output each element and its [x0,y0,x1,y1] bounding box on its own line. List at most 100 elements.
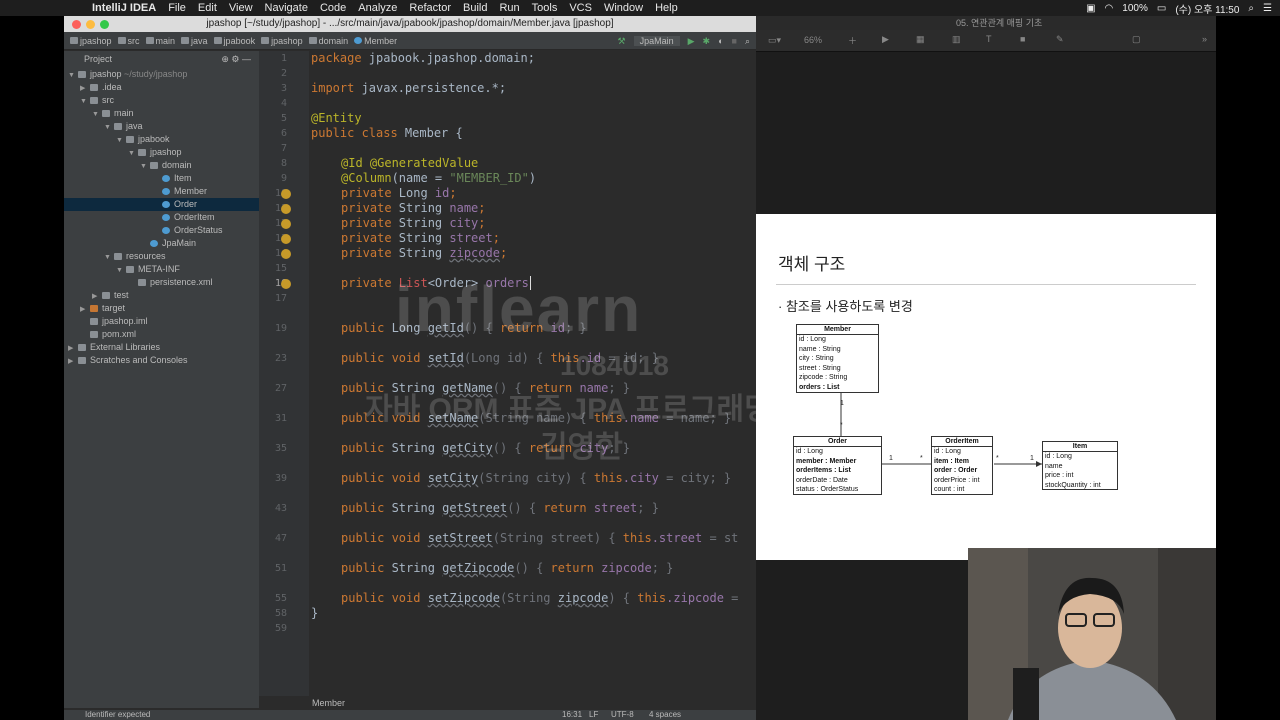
annotation-marker-icon[interactable] [281,204,291,214]
project-view-select[interactable]: Project [84,54,112,64]
status-bar: Identifier expected 16:31 LF UTF-8 4 spa… [64,710,756,720]
tree-item-item[interactable]: Item [64,172,259,185]
menu-tools[interactable]: Tools [532,2,558,14]
menu-view[interactable]: View [229,2,253,14]
tree-item-jpamain[interactable]: JpaMain [64,237,259,250]
menu-code[interactable]: Code [320,2,346,14]
indent-setting[interactable]: 4 spaces [649,710,681,720]
line-separator[interactable]: LF [589,710,598,720]
tree-item-target[interactable]: ▶ target [64,302,259,315]
crumb-main[interactable]: main [145,36,175,46]
tree-item-orderitem[interactable]: OrderItem [64,211,259,224]
menu-refactor[interactable]: Refactor [409,2,451,14]
annotation-marker-icon[interactable] [281,189,291,199]
menu-window[interactable]: Window [604,2,643,14]
crumb-src[interactable]: src [117,36,140,46]
tree-item-domain[interactable]: ▼ domain [64,159,259,172]
battery-icon[interactable]: ▭ [1157,3,1166,14]
clock[interactable]: (수) 오후 11:50 [1175,1,1239,16]
annotation-marker-icon[interactable] [281,234,291,244]
tree-item-test[interactable]: ▶ test [64,289,259,302]
search-everywhere-icon[interactable]: ⌕ [745,36,750,47]
crumb-project[interactable]: jpashop [70,36,112,46]
app-menu[interactable]: IntelliJ IDEA [92,2,156,14]
close-window-button[interactable] [72,20,81,29]
zoom-select[interactable]: 66% [804,35,822,45]
tree-item-member[interactable]: Member [64,185,259,198]
tree-item-label: jpashop [90,69,122,79]
text-icon[interactable]: T [986,34,992,44]
class-icon [150,240,158,248]
chart-icon[interactable]: ▥ [952,34,961,45]
stop-icon[interactable]: ■ [732,36,737,46]
table-icon[interactable]: ▦ [916,34,925,45]
view-icon[interactable]: ▭▾ [768,35,781,46]
coverage-icon[interactable]: ◐ [718,36,723,46]
crumb-domain[interactable]: domain [308,36,348,46]
wifi-icon[interactable]: ◠ [1105,3,1114,14]
document-icon[interactable]: ▢ [1132,34,1141,45]
crumb-jpabook[interactable]: jpabook [213,36,255,46]
tree-item-jpabook[interactable]: ▼ jpabook [64,133,259,146]
menu-navigate[interactable]: Navigate [265,2,308,14]
crumb-java[interactable]: java [181,36,208,46]
keynote-titlebar: 05. 연관관계 매핑 기초 [756,16,1216,30]
shape-icon[interactable]: ■ [1020,34,1025,44]
file-encoding[interactable]: UTF-8 [611,710,634,720]
tree-item-resources[interactable]: ▼ resources [64,250,259,263]
editor-breadcrumb-member[interactable]: Member [312,698,345,708]
tree-item-orderstatus[interactable]: OrderStatus [64,224,259,237]
crumb-member[interactable]: Member [354,36,397,46]
tree-item-label: test [114,290,129,300]
menu-extras-icon[interactable]: ☰ [1263,3,1272,14]
tree-item-jpashop[interactable]: ▼ jpashop ~/study/jpashop [64,68,259,81]
play-icon[interactable]: ▶ [882,34,889,45]
menu-help[interactable]: Help [655,2,678,14]
file-icon [90,331,98,339]
menu-build[interactable]: Build [463,2,487,14]
annotation-marker-icon[interactable] [281,279,291,289]
add-slide-icon[interactable]: ＋ [848,34,857,47]
minimize-window-button[interactable] [86,20,95,29]
menu-run[interactable]: Run [499,2,519,14]
caret-position[interactable]: 16:31 [562,710,582,720]
tree-item-src[interactable]: ▼ src [64,94,259,107]
menu-analyze[interactable]: Analyze [358,2,397,14]
tree-item-pom-xml[interactable]: pom.xml [64,328,259,341]
tree-item-scratches-and-consoles[interactable]: ▶ Scratches and Consoles [64,354,259,367]
format-icon[interactable]: ✎ [1056,34,1064,45]
more-icon[interactable]: » [1202,34,1207,44]
code-line-current: private List<Order> orders [341,276,531,290]
code-editor[interactable]: package jpabook.jpashop.domain; import j… [309,51,756,696]
build-icon[interactable]: ⚒ [618,36,626,47]
tree-item-external-libraries[interactable]: ▶ External Libraries [64,341,259,354]
uml-field: orderItems : List [796,467,851,475]
menu-file[interactable]: File [168,2,186,14]
zoom-window-button[interactable] [100,20,109,29]
tree-item-meta-inf[interactable]: ▼ META-INF [64,263,259,276]
chevron-right-icon[interactable]: ▶ [68,355,78,368]
debug-icon[interactable]: ✱ [703,36,711,47]
tree-item-main[interactable]: ▼ main [64,107,259,120]
annotation-marker-icon[interactable] [281,249,291,259]
annotation-marker-icon[interactable] [281,219,291,229]
line-number: 6 [280,128,287,139]
webcam-overlay [968,548,1216,720]
panel-settings-icon[interactable]: ⊕ ⚙ — [221,51,251,68]
screen-icon[interactable]: ▣ [1086,3,1095,14]
uml-field: id : Long [796,448,823,455]
run-icon[interactable]: ▶ [688,36,695,47]
tree-item-order[interactable]: Order [64,198,259,211]
tree-item-java[interactable]: ▼ java [64,120,259,133]
file-icon [90,318,98,326]
run-config-select[interactable]: JpaMain [633,36,680,46]
tree-item-persistence-xml[interactable]: persistence.xml [64,276,259,289]
menu-edit[interactable]: Edit [198,2,217,14]
menu-vcs[interactable]: VCS [569,2,592,14]
search-icon[interactable]: ⌕ [1248,3,1254,14]
tree-item-jpashop[interactable]: ▼ jpashop [64,146,259,159]
tree-item--idea[interactable]: ▶ .idea [64,81,259,94]
crumb-jpashop[interactable]: jpashop [261,36,303,46]
battery-percent[interactable]: 100% [1122,3,1148,14]
tree-item-jpashop-iml[interactable]: jpashop.iml [64,315,259,328]
